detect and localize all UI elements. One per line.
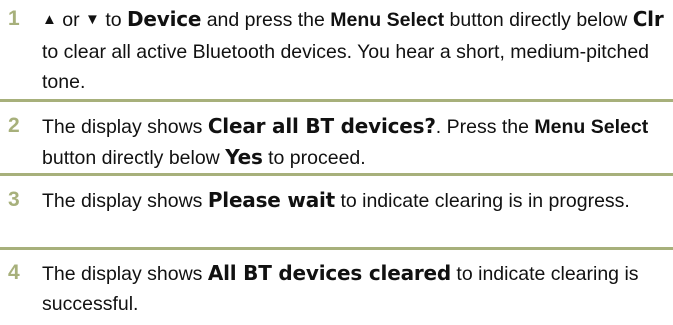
- menu-select-label: Menu Select: [330, 9, 445, 31]
- text-run: The display shows: [42, 190, 208, 212]
- step-text: The display shows Please wait to indicat…: [42, 185, 667, 216]
- divider: [0, 99, 673, 102]
- step-number: 2: [8, 114, 20, 137]
- text-run: to clear all active Bluetooth devices. Y…: [42, 41, 650, 93]
- display-text-clear-all: Clear all BT devices?: [207, 114, 436, 138]
- display-text-yes: Yes: [225, 145, 263, 169]
- step-text: The display shows All BT devices cleared…: [42, 258, 667, 319]
- step-number: 1: [8, 7, 20, 30]
- instruction-steps: 1 ▲ or ▼ to Device and press the Menu Se…: [0, 0, 673, 325]
- up-arrow-icon: ▲: [42, 11, 57, 28]
- text-run: or: [56, 9, 86, 31]
- menu-select-label: Menu Select: [534, 116, 649, 138]
- step-number: 4: [8, 261, 20, 284]
- text-run: . Press the: [435, 116, 535, 138]
- text-run: The display shows: [42, 263, 208, 285]
- text-run: to proceed.: [262, 147, 366, 169]
- step-number: 3: [8, 188, 20, 211]
- divider: [0, 247, 673, 250]
- text-run: button directly below: [42, 147, 226, 169]
- text-run: to indicate clearing is in progress.: [335, 190, 630, 212]
- down-arrow-icon: ▼: [85, 11, 100, 28]
- divider: [0, 173, 673, 176]
- display-text-device: Device: [127, 7, 202, 31]
- display-text-please-wait: Please wait: [207, 188, 336, 212]
- text-run: The display shows: [42, 116, 208, 138]
- step-text: The display shows Clear all BT devices?.…: [42, 111, 667, 173]
- text-run: button directly below: [444, 9, 633, 31]
- display-text-clr: Clr: [632, 7, 664, 31]
- display-text-all-cleared: All BT devices cleared: [207, 261, 452, 285]
- step-text: ▲ or ▼ to Device and press the Menu Sele…: [42, 4, 667, 97]
- text-run: to: [99, 9, 128, 31]
- text-run: and press the: [201, 9, 331, 31]
